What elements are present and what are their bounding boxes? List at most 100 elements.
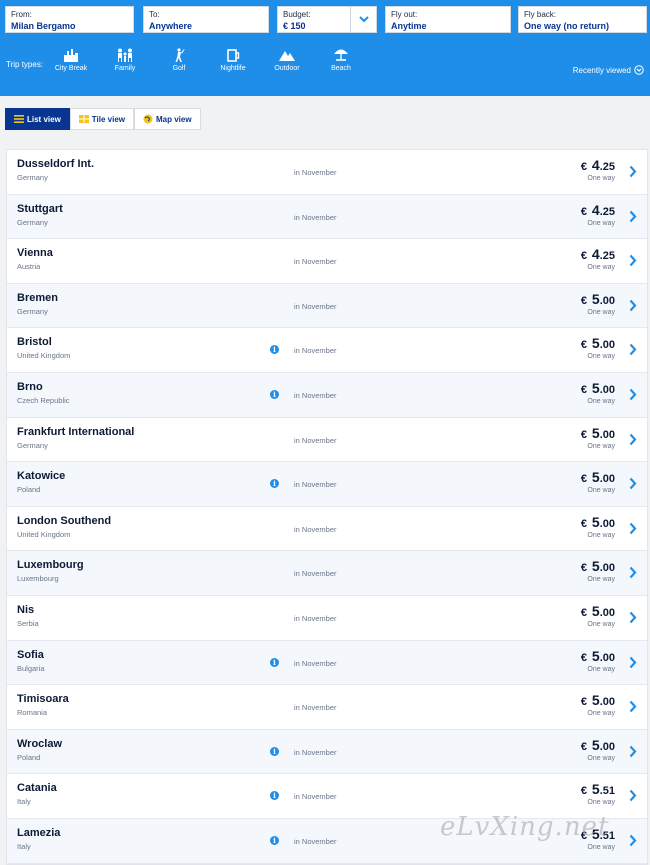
destination-country: Austria [17,262,41,272]
chevron-right-icon[interactable] [629,254,637,267]
travel-period: in November [294,168,337,177]
trip-kind: One way [587,531,615,539]
tab-map-view[interactable]: Map view [134,108,201,130]
trip-type-label: Family [114,65,136,72]
trip-type-family[interactable]: Family [102,48,148,72]
destination-country: Serbia [17,618,39,628]
price-decimal: .00 [599,428,615,441]
destination-city: London Southend [17,514,112,527]
from-field[interactable]: From: Milan Bergamo [5,6,134,33]
result-row[interactable]: Dusseldorf Int. Germany in November € 4.25 O… [7,150,647,195]
result-row[interactable]: Vienna Austria in November € 4.25 One way [7,239,647,284]
destination-country: Germany [17,306,48,316]
price-decimal: .00 [599,383,615,396]
info-icon[interactable]: i [270,835,279,845]
chevron-right-icon[interactable] [629,210,637,223]
trip-type-beach[interactable]: Beach [318,48,364,72]
result-row[interactable]: London Southend United Kingdom in November… [7,507,647,552]
to-field[interactable]: To: Anywhere [143,6,269,33]
chevron-right-icon[interactable] [629,656,637,669]
price: € 5.00 One way [581,335,615,360]
price-whole: 5 [591,513,600,530]
info-icon[interactable]: i [270,345,279,355]
result-row[interactable]: Brno Czech Republic i in November € 5.00 One … [7,372,647,418]
info-icon[interactable]: i [270,791,279,801]
info-icon[interactable]: i [270,657,279,667]
result-row[interactable]: Wroclaw Poland i in November € 5.00 One way [7,729,647,775]
price-decimal: .00 [599,473,615,486]
destination-country: Germany [17,217,48,227]
price-currency: € [580,696,588,709]
destination-city: Wroclaw [17,737,63,750]
result-row[interactable]: Stuttgart Germany in November € 4.25 One way [7,194,647,240]
chevron-right-icon[interactable] [629,566,637,579]
travel-period: in November [294,792,337,802]
chevron-right-icon[interactable] [629,299,637,312]
price-amount: € 5.00 [581,692,615,710]
chevron-right-icon[interactable] [629,477,637,490]
trip-kind: One way [587,843,615,851]
price-currency: € [580,161,588,173]
destination-country: Bulgaria [17,663,45,673]
price: € 5.00 One way [581,648,615,673]
tab-list-view[interactable]: List view [5,108,70,130]
chevron-right-icon[interactable] [629,388,637,401]
chevron-right-icon[interactable] [629,433,637,446]
chevron-right-icon[interactable] [629,522,637,535]
price: € 5.00 One way [581,380,615,405]
chevron-right-icon[interactable] [629,611,637,624]
chevron-right-icon[interactable] [629,745,637,758]
destination-country: Germany [17,173,48,182]
trip-type-city-break[interactable]: City Break [48,48,94,72]
tab-label: List view [27,114,61,124]
price: € 5.00 One way [581,558,615,583]
info-icon[interactable]: i [270,746,279,756]
price-whole: 5 [591,736,600,753]
price-decimal: .00 [599,651,615,664]
destination-city: Sofia [17,648,44,661]
chevron-right-icon[interactable] [629,343,637,356]
tab-tile-view[interactable]: Tile view [69,108,134,130]
chevron-right-icon[interactable] [629,789,637,802]
result-row[interactable]: Nis Serbia in November € 5.00 One way [7,596,647,641]
destination-city: Luxembourg [17,559,84,572]
result-row[interactable]: Luxembourg Luxembourg in November € 5.00 One… [7,551,647,596]
price-currency: € [580,606,588,619]
result-row[interactable]: Bremen Germany in November € 5.00 One way [7,283,647,329]
travel-period: in November [294,435,337,445]
price-currency: € [580,428,588,441]
trip-type-outdoor[interactable]: Outdoor [264,48,310,72]
chevron-right-icon[interactable] [629,165,637,178]
chevron-right-icon[interactable] [629,834,637,847]
chevron-down-icon[interactable] [350,7,376,32]
result-row[interactable]: Timisoara Romania in November € 5.00 One way [7,685,647,730]
destination-country: United Kingdom [17,529,71,539]
destination-city: Bristol [17,336,52,349]
info-icon[interactable]: i [270,389,279,399]
trip-type-label: Golf [172,65,186,72]
result-row[interactable]: Frankfurt International Germany in Novembe… [7,418,647,463]
price-amount: € 5.00 [581,558,615,576]
trip-type-golf[interactable]: Golf [156,48,202,72]
destination-country: Germany [17,440,48,450]
recently-viewed-toggle[interactable]: Recently viewed [573,65,644,75]
trip-kind: One way [587,799,615,807]
price-whole: 5 [591,692,600,709]
fly-back-field[interactable]: Fly back: One way (no return) [518,6,647,33]
destination-country: United Kingdom [17,351,71,361]
chevron-right-icon[interactable] [629,700,637,713]
result-row[interactable]: Katowice Poland i in November € 5.00 One way [7,462,647,507]
price-amount: € 4.25 [581,157,615,175]
price-whole: 4 [591,201,600,218]
travel-period: in November [294,346,337,356]
budget-select[interactable]: Budget: € 150 [277,6,377,33]
fly-out-field[interactable]: Fly out: Anytime [385,6,511,33]
price-decimal: .25 [599,161,615,173]
price-amount: € 5.51 [581,781,615,799]
info-icon[interactable]: i [270,479,279,489]
price: € 5.00 One way [581,469,615,494]
result-row[interactable]: Sofia Bulgaria i in November € 5.00 One way [7,640,647,686]
result-row[interactable]: Bristol United Kingdom i in November € 5.00 O… [7,328,647,373]
trip-type-nightlife[interactable]: Nightlife [210,48,256,72]
fly-out-value: Anytime [391,21,427,31]
